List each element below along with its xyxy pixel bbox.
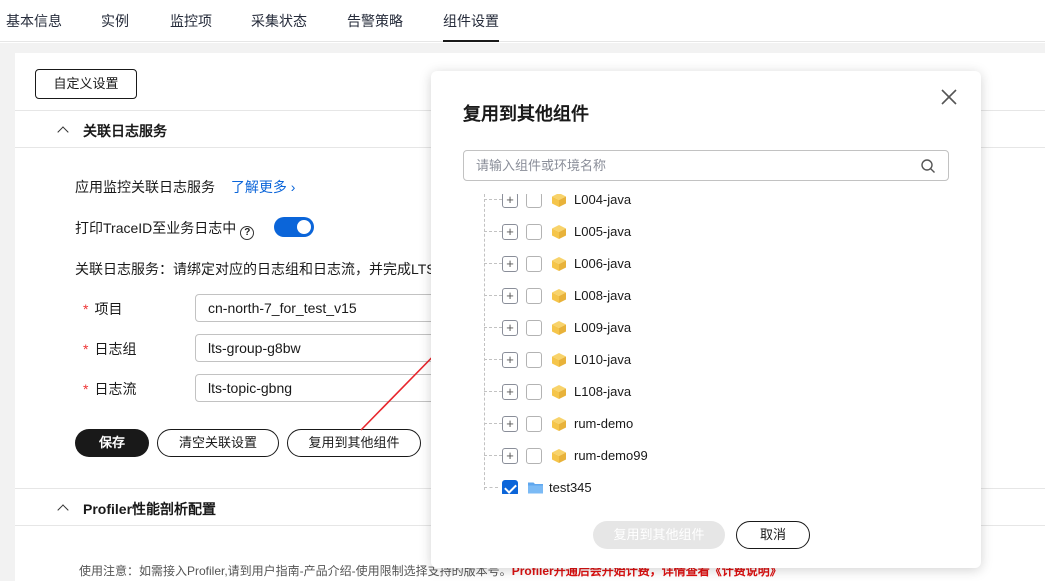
tab-alarm-policy[interactable]: 告警策略 xyxy=(347,0,403,42)
clear-settings-button[interactable]: 清空关联设置 xyxy=(157,429,279,457)
expand-icon[interactable]: + xyxy=(502,384,518,400)
component-cube-icon xyxy=(552,417,566,431)
tree-node[interactable]: + L006-java xyxy=(463,248,949,280)
expand-icon[interactable]: + xyxy=(502,352,518,368)
reuse-to-other-components-button[interactable]: 复用到其他组件 xyxy=(287,429,421,457)
save-button[interactable]: 保存 xyxy=(75,429,149,457)
tree-node[interactable]: + L108-java xyxy=(463,376,949,408)
folder-icon xyxy=(528,482,543,494)
tab-basic-info[interactable]: 基本信息 xyxy=(6,0,62,42)
component-cube-icon xyxy=(552,194,566,207)
node-label: rum-demo xyxy=(574,416,634,431)
section-title: 关联日志服务 xyxy=(83,123,167,139)
field-label-project: * 项目 xyxy=(83,301,123,317)
component-cube-icon xyxy=(552,225,566,239)
node-checkbox[interactable] xyxy=(526,256,542,272)
node-label: L008-java xyxy=(574,288,632,303)
search-box xyxy=(463,150,949,181)
node-checkbox[interactable] xyxy=(526,288,542,304)
node-checkbox[interactable] xyxy=(526,448,542,464)
expand-icon[interactable]: + xyxy=(502,288,518,304)
chevron-up-icon xyxy=(57,504,69,516)
node-checkbox-checked[interactable] xyxy=(502,480,518,494)
node-checkbox[interactable] xyxy=(526,352,542,368)
tab-collection-status[interactable]: 采集状态 xyxy=(251,0,307,42)
expand-icon[interactable]: + xyxy=(502,224,518,240)
field-label-log-group: * 日志组 xyxy=(83,341,137,357)
tree-node[interactable]: + L010-java xyxy=(463,344,949,376)
cancel-button[interactable]: 取消 xyxy=(736,521,810,549)
tab-monitor-items[interactable]: 监控项 xyxy=(170,0,212,42)
help-icon[interactable]: ? xyxy=(240,226,255,240)
node-checkbox[interactable] xyxy=(526,320,542,336)
tree-node[interactable]: + L008-java xyxy=(463,280,949,312)
bind-hint: 关联日志服务：请绑定对应的日志组和日志流，并完成LTS xyxy=(75,261,436,277)
expand-icon[interactable]: + xyxy=(502,448,518,464)
component-tree: + L004-java + L005-java + L006-java + L0… xyxy=(463,194,949,494)
tab-instances[interactable]: 实例 xyxy=(101,0,129,42)
search-input[interactable] xyxy=(464,151,904,180)
dialog-title: 复用到其他组件 xyxy=(463,104,589,124)
node-label: L009-java xyxy=(574,320,632,335)
chevron-right-icon: › xyxy=(290,179,296,195)
component-cube-icon xyxy=(552,449,566,463)
node-label: L006-java xyxy=(574,256,632,271)
component-cube-icon xyxy=(552,385,566,399)
node-checkbox[interactable] xyxy=(526,416,542,432)
expand-icon[interactable]: + xyxy=(502,194,518,208)
expand-icon[interactable]: + xyxy=(502,256,518,272)
component-cube-icon xyxy=(552,289,566,303)
tab-component-settings[interactable]: 组件设置 xyxy=(443,0,499,42)
tree-node[interactable]: + L004-java xyxy=(463,194,949,216)
top-tab-bar: 基本信息 实例 监控项 采集状态 告警策略 组件设置 xyxy=(0,0,1045,42)
tree-node[interactable]: + L005-java xyxy=(463,216,949,248)
tree-node[interactable]: + rum-demo99 xyxy=(463,440,949,472)
component-cube-icon xyxy=(552,353,566,367)
node-label: L010-java xyxy=(574,352,632,367)
chevron-up-icon xyxy=(57,126,69,138)
section-title: Profiler性能剖析配置 xyxy=(83,501,217,517)
component-cube-icon xyxy=(552,321,566,335)
search-icon[interactable] xyxy=(920,158,936,174)
app-monitor-row: 应用监控关联日志服务 了解更多 › xyxy=(75,177,295,197)
expand-icon[interactable]: + xyxy=(502,416,518,432)
custom-settings-button[interactable]: 自定义设置 xyxy=(35,69,137,99)
node-checkbox[interactable] xyxy=(526,384,542,400)
print-traceid-label: 打印TraceID至业务日志中 xyxy=(75,220,237,236)
node-label: L004-java xyxy=(574,194,632,207)
field-label-log-stream: * 日志流 xyxy=(83,381,137,397)
print-traceid-row: 打印TraceID至业务日志中? xyxy=(75,218,255,240)
component-cube-icon xyxy=(552,257,566,271)
learn-more-link[interactable]: 了解更多 xyxy=(231,179,287,195)
app-monitor-label: 应用监控关联日志服务 xyxy=(75,179,215,195)
expand-icon[interactable]: + xyxy=(502,320,518,336)
confirm-reuse-button[interactable]: 复用到其他组件 xyxy=(593,521,725,549)
node-label: test345 xyxy=(549,480,592,494)
close-icon[interactable] xyxy=(939,87,959,107)
tree-node[interactable]: test345 xyxy=(463,472,949,494)
node-checkbox[interactable] xyxy=(526,194,542,208)
node-label: L108-java xyxy=(574,384,632,399)
reuse-dialog: 复用到其他组件 + L004-java + L005-java xyxy=(431,71,981,568)
tree-node[interactable]: + L009-java xyxy=(463,312,949,344)
node-label: rum-demo99 xyxy=(574,448,648,463)
node-checkbox[interactable] xyxy=(526,224,542,240)
tree-node[interactable]: + rum-demo xyxy=(463,408,949,440)
node-label: L005-java xyxy=(574,224,632,239)
traceid-toggle[interactable] xyxy=(274,217,314,237)
